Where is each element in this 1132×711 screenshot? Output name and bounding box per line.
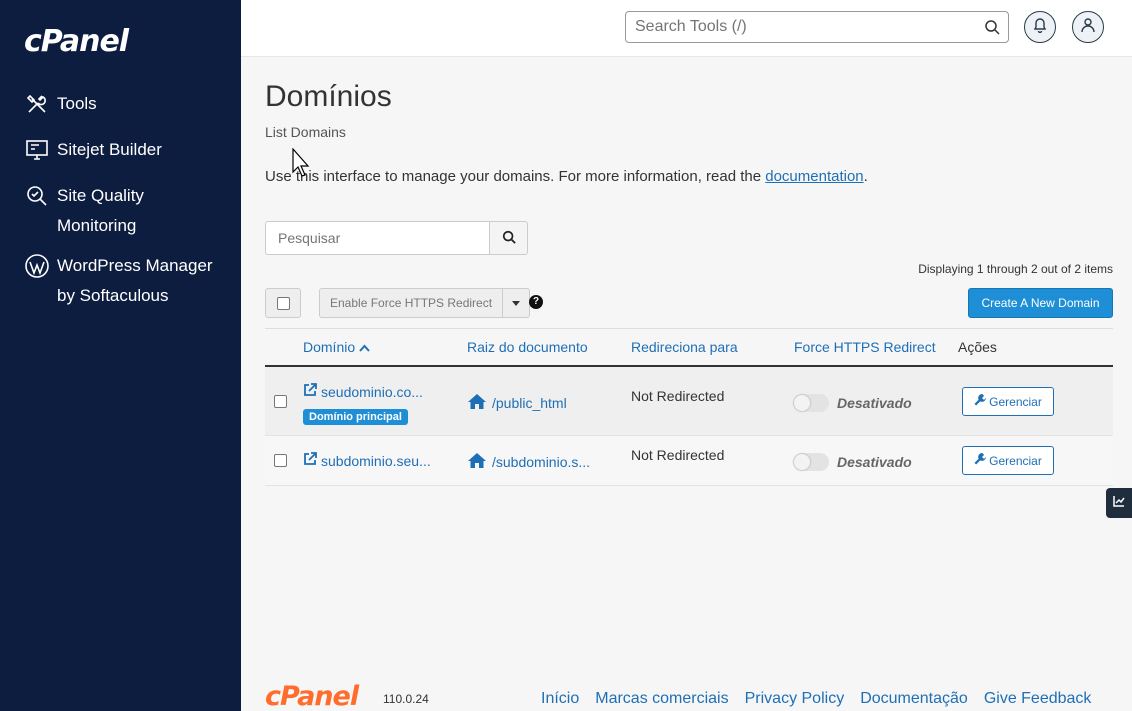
column-header-https[interactable]: Force HTTPS Redirect [794, 339, 936, 355]
https-toggle[interactable] [793, 453, 829, 471]
footer-link-feedback[interactable]: Give Feedback [984, 690, 1092, 708]
wrench-icon [974, 394, 987, 409]
domain-link[interactable]: seudominio.co... [303, 383, 423, 400]
row-checkbox[interactable] [274, 395, 287, 408]
wordpress-icon [24, 253, 50, 279]
column-header-actions: Ações [958, 339, 997, 355]
domains-table: Domínio Raiz do documento Redireciona pa… [265, 328, 1113, 486]
caret-down-icon[interactable] [503, 288, 531, 318]
main-content: Domínios List Domains Use this interface… [241, 58, 1132, 711]
select-all-checkbox[interactable] [265, 288, 301, 318]
primary-domain-badge: Domínio principal [303, 409, 408, 425]
page-title: Domínios [265, 80, 392, 113]
documentation-link[interactable]: documentation [765, 168, 863, 185]
footer-link-privacy[interactable]: Privacy Policy [745, 690, 845, 708]
help-icon[interactable]: ? [529, 295, 543, 309]
search-tools-input[interactable] [626, 18, 966, 36]
column-header-domain[interactable]: Domínio [303, 339, 370, 355]
sidebar-item-label: Sitejet Builder [57, 140, 162, 159]
table-header: Domínio Raiz do documento Redireciona pa… [265, 328, 1113, 367]
footer-cpanel-logo[interactable]: cPanel [265, 683, 359, 711]
home-icon [467, 452, 487, 472]
redirect-value: Not Redirected [631, 388, 725, 404]
bulk-action-dropdown[interactable]: Enable Force HTTPS Redirect [319, 288, 531, 318]
footer-link-trademarks[interactable]: Marcas comerciais [595, 690, 728, 708]
external-link-icon [303, 383, 317, 400]
column-header-docroot[interactable]: Raiz do documento [467, 339, 588, 355]
mouse-cursor-icon [292, 147, 312, 183]
search-tools-field[interactable] [625, 11, 1009, 43]
domain-link[interactable]: subdominio.seu... [303, 452, 431, 469]
external-link-icon [303, 452, 317, 469]
topbar [241, 0, 1132, 57]
sidebar-item-wordpress[interactable]: WordPress Manager by Softaculous [24, 251, 224, 311]
chart-icon [1113, 494, 1125, 512]
search-icon [502, 230, 516, 247]
filter-input[interactable] [265, 221, 489, 255]
sidebar: cPanel Tools Sitejet Builder Site Qualit… [0, 0, 241, 711]
sidebar-item-label: Tools [57, 94, 97, 113]
user-menu-button[interactable] [1072, 11, 1104, 43]
stats-panel-tab[interactable] [1106, 488, 1132, 518]
table-row: seudominio.co... Domínio principal /publ… [265, 367, 1113, 436]
notifications-button[interactable] [1024, 11, 1056, 43]
footer-link-documentation[interactable]: Documentação [860, 690, 968, 708]
sidebar-item-sitejet[interactable]: Sitejet Builder [24, 135, 224, 165]
sidebar-item-label: WordPress Manager by Softaculous [57, 256, 213, 305]
filter-search-button[interactable] [489, 221, 528, 255]
search-icon[interactable] [984, 19, 1000, 40]
cpanel-logo[interactable]: cPanel [24, 24, 129, 59]
footer-links: Início Marcas comerciais Privacy Policy … [541, 690, 1091, 708]
https-toggle[interactable] [793, 394, 829, 412]
column-header-redirect[interactable]: Redireciona para [631, 339, 738, 355]
version-label: 110.0.24 [383, 692, 429, 706]
bulk-action-label[interactable]: Enable Force HTTPS Redirect [319, 288, 504, 318]
https-status: Desativado [837, 454, 912, 470]
redirect-value: Not Redirected [631, 447, 725, 463]
home-icon [467, 393, 487, 413]
bell-icon [1033, 17, 1047, 38]
sidebar-item-tools[interactable]: Tools [24, 89, 224, 119]
monitor-icon [24, 137, 50, 163]
domain-filter [265, 221, 528, 255]
wrench-icon [974, 453, 987, 468]
sidebar-item-label: Site Quality Monitoring [57, 186, 144, 235]
table-row: subdominio.seu... /subdominio.s... Not R… [265, 436, 1113, 486]
https-status: Desativado [837, 395, 912, 411]
magnifier-check-icon [24, 183, 50, 209]
page-subtitle: List Domains [265, 124, 346, 140]
docroot-link[interactable]: /subdominio.s... [467, 452, 590, 472]
user-icon [1081, 17, 1095, 38]
manage-button[interactable]: Gerenciar [962, 446, 1054, 475]
intro-text: Use this interface to manage your domain… [265, 168, 868, 185]
footer-link-home[interactable]: Início [541, 690, 579, 708]
tools-icon [24, 91, 50, 117]
sort-ascending-icon [359, 339, 370, 355]
sidebar-item-site-quality[interactable]: Site Quality Monitoring [24, 181, 224, 241]
checkbox[interactable] [276, 296, 290, 310]
row-checkbox[interactable] [274, 454, 287, 467]
docroot-link[interactable]: /public_html [467, 393, 567, 413]
pagination-info: Displaying 1 through 2 out of 2 items [918, 262, 1113, 276]
create-domain-button[interactable]: Create A New Domain [968, 288, 1113, 318]
manage-button[interactable]: Gerenciar [962, 387, 1054, 416]
